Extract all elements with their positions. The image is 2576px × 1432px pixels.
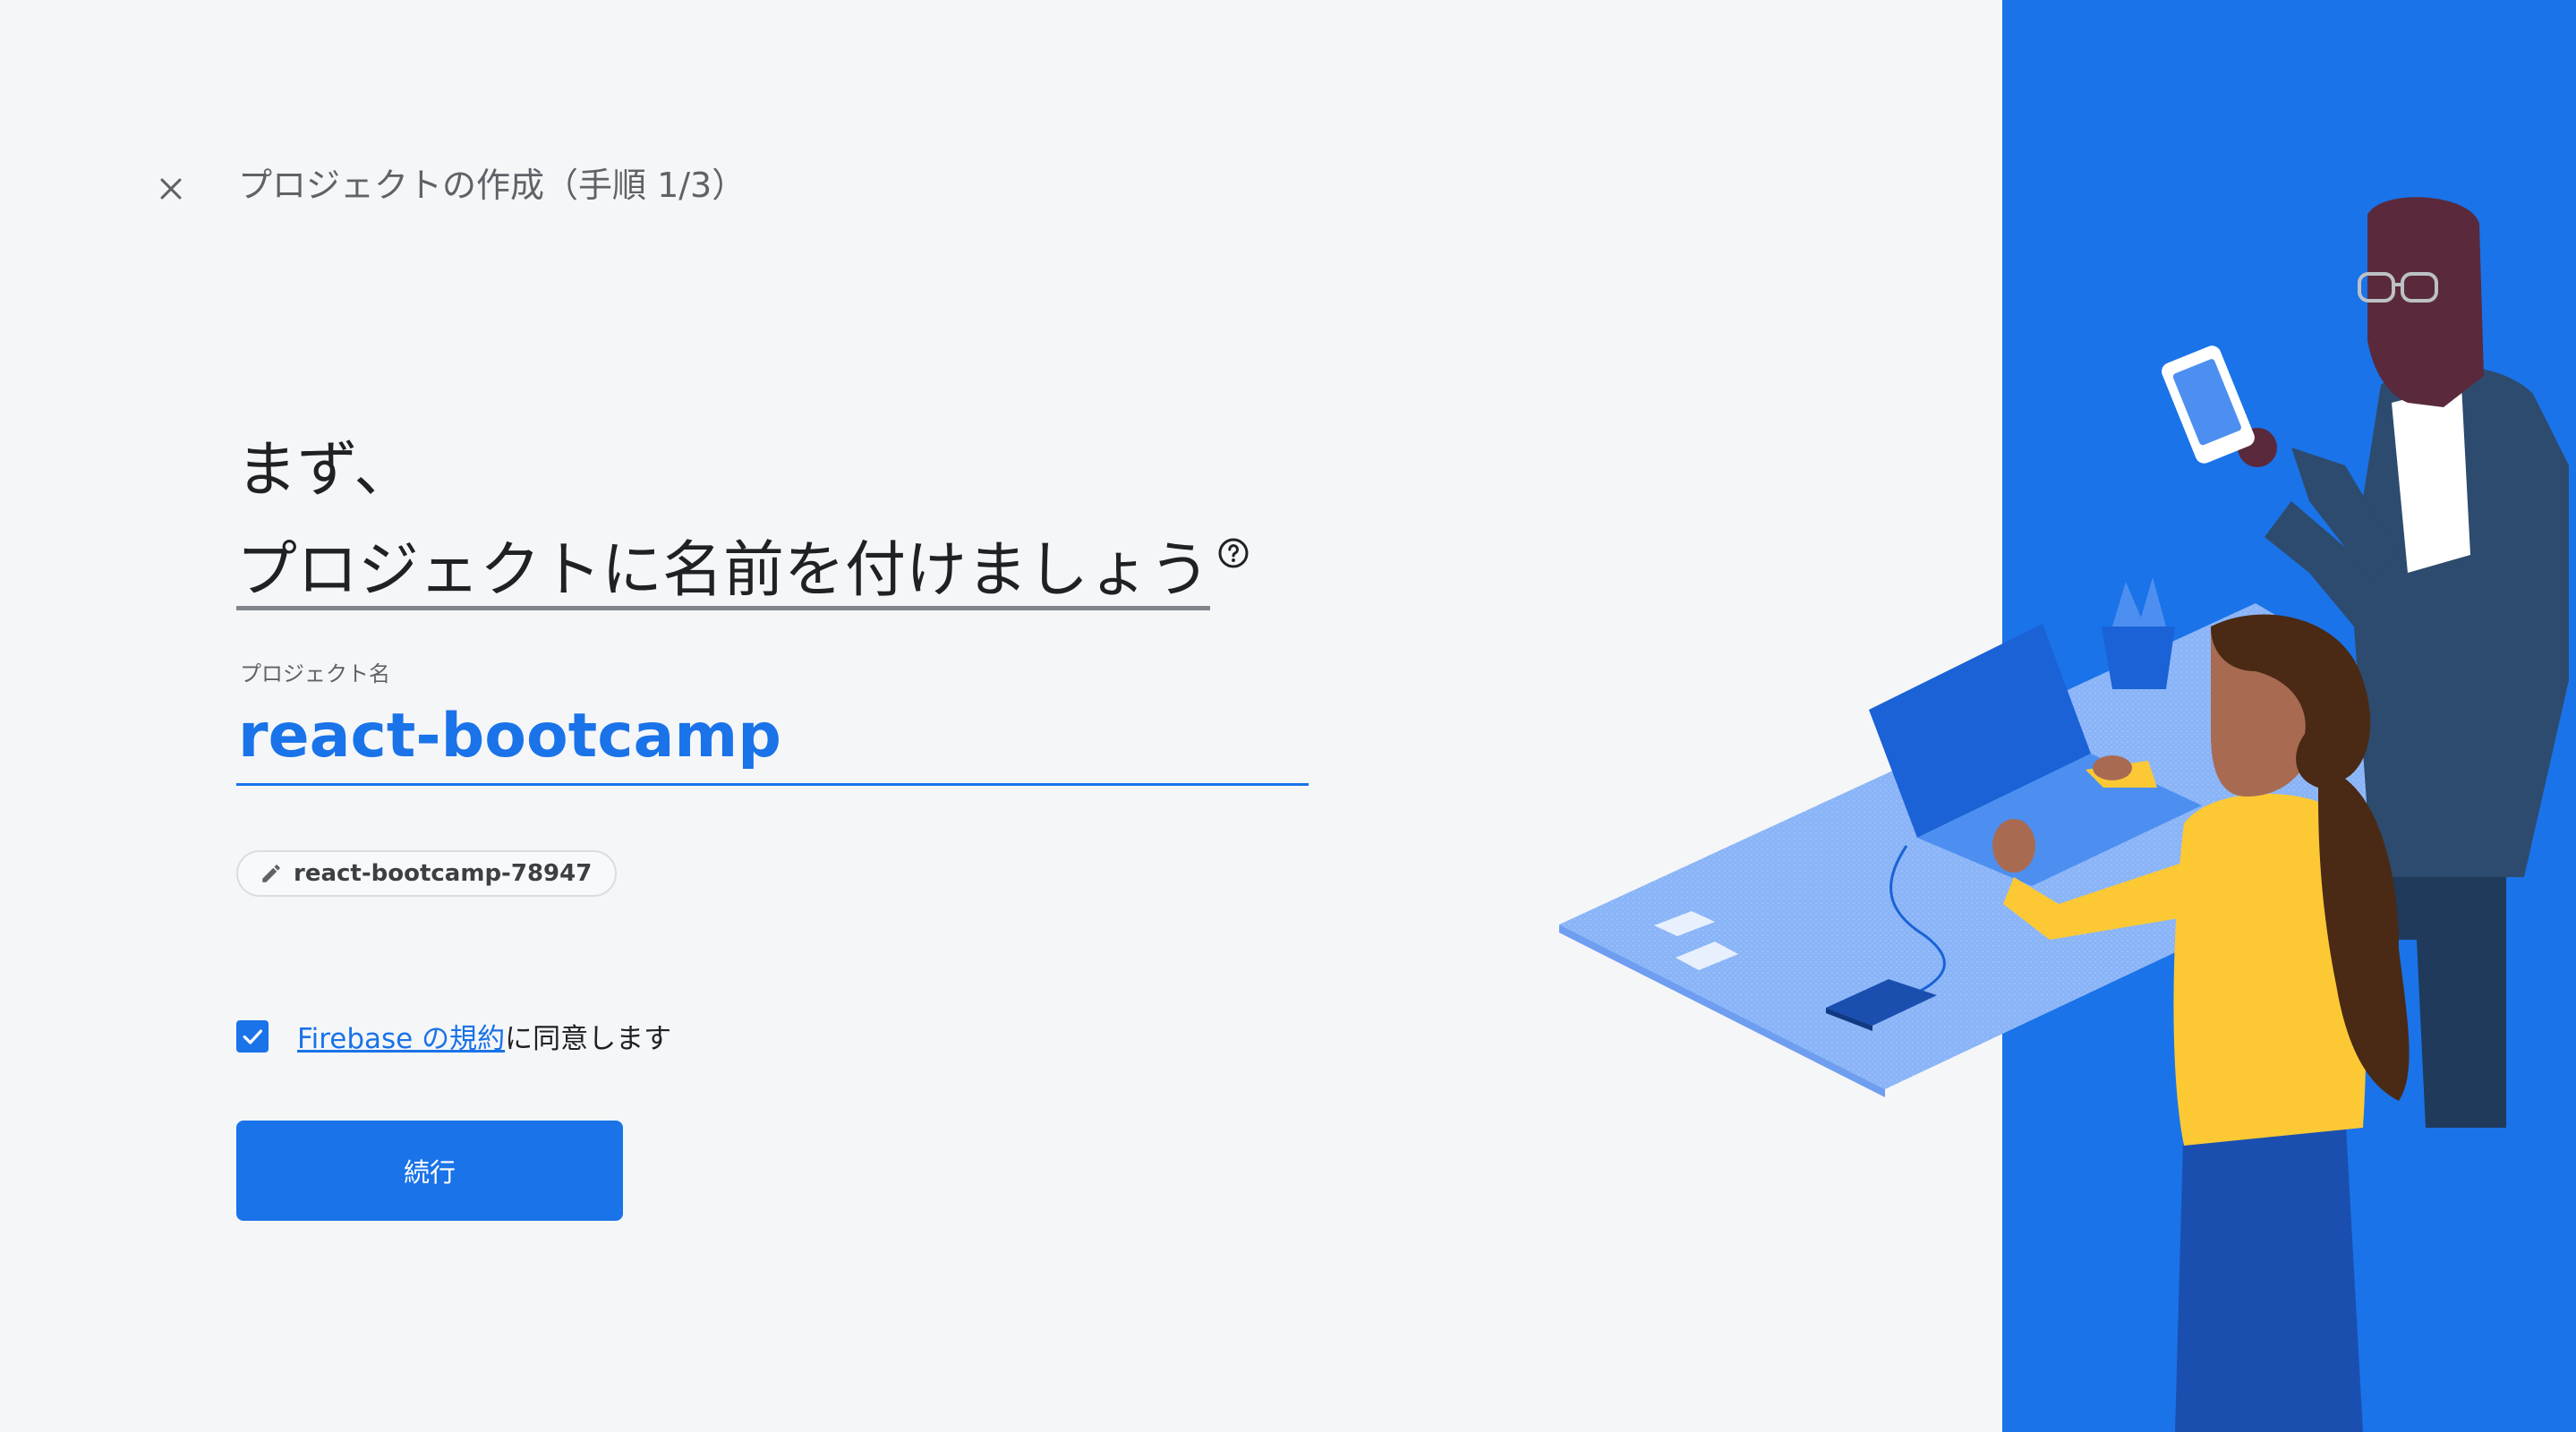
laptop-base — [1917, 754, 2202, 886]
man-body — [2265, 365, 2569, 877]
man-head — [2367, 197, 2484, 407]
pencil-icon — [262, 865, 280, 882]
help-circle-icon[interactable] — [1217, 537, 1250, 569]
heading-line-2-wrap: プロジェクトに名前を付けましょう — [236, 521, 1249, 621]
man-legs — [2381, 680, 2506, 1128]
woman-arm — [2003, 859, 2211, 940]
project-id-label: react-bootcamp-78947 — [294, 860, 593, 887]
blue-panel — [2002, 0, 2576, 1432]
man-arm — [2291, 448, 2399, 582]
woman-head — [2211, 625, 2318, 797]
terms-suffix: に同意します — [505, 1023, 672, 1055]
page-title: プロジェクトの作成（手順 1/3） — [238, 166, 746, 205]
desk-phone — [1826, 979, 1937, 1026]
heading-line-1: まず、 — [236, 435, 415, 506]
terms-checkbox[interactable] — [236, 1019, 269, 1053]
man-phone — [2162, 345, 2255, 464]
heading: まず、 プロジェクトに名前を付けましょう — [236, 421, 1249, 621]
laptop-screen — [1869, 624, 2091, 838]
woman-body — [2173, 793, 2367, 1146]
project-name-label: プロジェクト名 — [240, 661, 390, 686]
woman-hair — [2211, 614, 2410, 1101]
continue-button[interactable]: 続行 — [236, 1121, 623, 1221]
woman-legs — [2175, 1110, 2363, 1432]
project-name-input[interactable] — [236, 689, 1309, 786]
heading-line-2: プロジェクトに名前を付けましょう — [236, 535, 1211, 610]
terms-row: Firebase の規約 に同意します — [236, 1016, 671, 1056]
desk — [1559, 603, 2547, 1089]
checkmark-icon — [243, 1029, 262, 1044]
close-button[interactable] — [149, 166, 193, 211]
project-id-chip[interactable]: react-bootcamp-78947 — [236, 850, 618, 897]
close-icon — [160, 178, 182, 200]
terms-link[interactable]: Firebase の規約 — [297, 1016, 505, 1056]
